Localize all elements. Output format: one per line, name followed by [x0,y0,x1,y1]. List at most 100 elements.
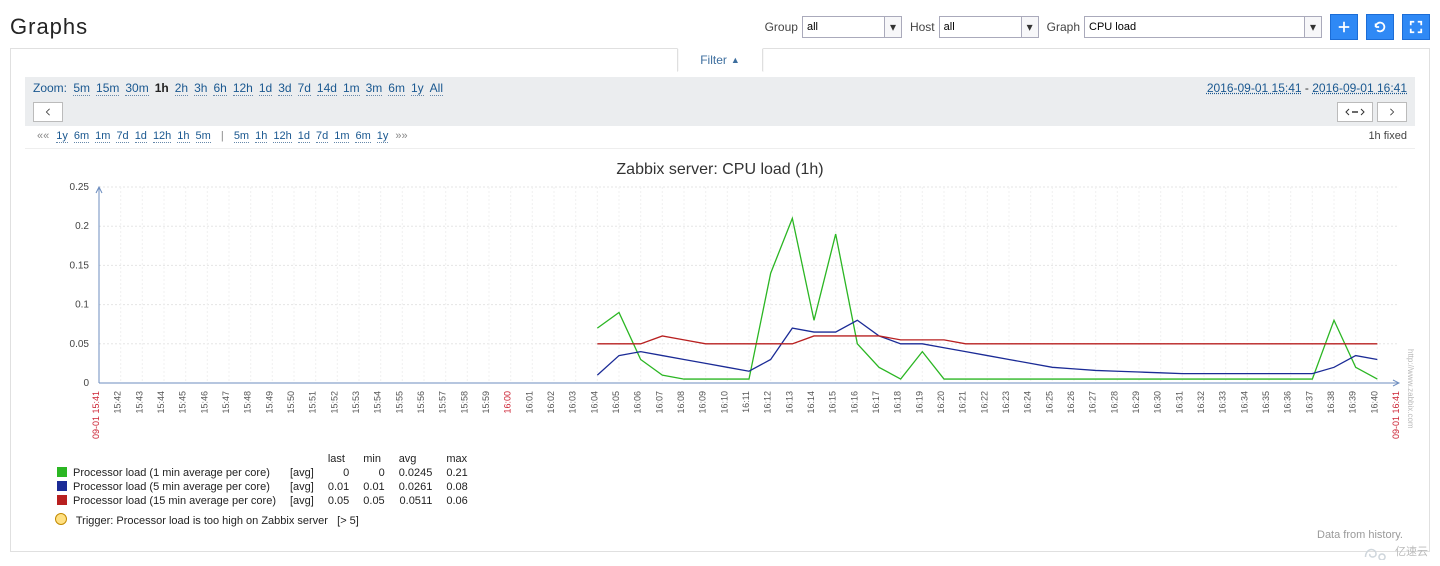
svg-text:16:10: 16:10 [719,391,729,414]
zoom-3m[interactable]: 3m [366,81,383,96]
shift-link-5m[interactable]: 5m [234,130,249,143]
svg-text:16:34: 16:34 [1239,391,1249,414]
refresh-button[interactable] [1366,14,1394,40]
svg-text:16:15: 16:15 [828,391,838,414]
svg-text:15:51: 15:51 [308,391,318,414]
cpu-load-chart: 00.050.10.150.20.2515:4215:4315:4415:451… [29,183,1419,443]
shift-link-1h[interactable]: 1h [255,130,267,143]
shift-link-1y[interactable]: 1y [56,130,68,143]
zoom-3d[interactable]: 3d [278,81,291,96]
shift-mark- |: | [218,130,227,142]
svg-text:16:20: 16:20 [936,391,946,414]
svg-text:16:14: 16:14 [806,391,816,414]
svg-text:0.1: 0.1 [75,300,89,311]
fullscreen-button[interactable] [1402,14,1430,40]
svg-text:16:27: 16:27 [1088,391,1098,414]
group-select[interactable]: all [802,16,902,38]
zoom-All[interactable]: All [430,81,443,96]
svg-text:09-01 16:41: 09-01 16:41 [1391,391,1401,439]
svg-text:16:31: 16:31 [1174,391,1184,414]
svg-text:15:57: 15:57 [438,391,448,414]
zoom-6h[interactable]: 6h [213,81,226,96]
shift-link-6m[interactable]: 6m [74,130,89,143]
svg-text:16:13: 16:13 [784,391,794,414]
zoom-1m[interactable]: 1m [343,81,360,96]
shift-link-1d[interactable]: 1d [298,130,310,143]
chart-watermark: http://www.zabbix.com [1406,349,1415,429]
shift-link-5m[interactable]: 5m [196,130,211,143]
svg-text:16:11: 16:11 [741,391,751,413]
shift-link-6m[interactable]: 6m [355,130,370,143]
zoom-label: Zoom: [33,81,67,95]
duration-text: 1h [1368,130,1380,142]
zoom-1d[interactable]: 1d [259,81,272,96]
svg-text:16:18: 16:18 [893,391,903,414]
svg-text:0.15: 0.15 [70,260,90,271]
shift-link-1h[interactable]: 1h [177,130,189,143]
shift-link-1m[interactable]: 1m [334,130,349,143]
graph-select[interactable]: CPU load [1084,16,1322,38]
svg-text:16:19: 16:19 [914,391,924,414]
svg-text:16:05: 16:05 [611,391,621,414]
svg-text:16:21: 16:21 [958,391,968,414]
zoom-1h[interactable]: 1h [155,81,169,95]
svg-text:16:37: 16:37 [1304,391,1314,414]
zoom-2h[interactable]: 2h [175,81,188,96]
svg-text:15:49: 15:49 [264,391,274,414]
svg-text:16:39: 16:39 [1348,391,1358,414]
scroll-window-button[interactable] [1337,102,1373,122]
svg-text:16:38: 16:38 [1326,391,1336,414]
svg-text:16:36: 16:36 [1283,391,1293,414]
svg-text:15:59: 15:59 [481,391,491,414]
svg-text:16:04: 16:04 [589,391,599,414]
zoom-15m[interactable]: 15m [96,81,119,96]
svg-text:15:52: 15:52 [329,391,339,414]
range-from[interactable]: 2016-09-01 15:41 [1207,81,1302,95]
add-button[interactable] [1330,14,1358,40]
chart-title: Zabbix server: CPU load (1h) [29,161,1411,179]
svg-text:16:12: 16:12 [763,391,773,414]
svg-text:15:55: 15:55 [394,391,404,414]
shift-link-1d[interactable]: 1d [135,130,147,143]
svg-text:16:23: 16:23 [1001,391,1011,414]
trigger-row: Trigger: Processor load is too high on Z… [55,513,1411,527]
svg-text:15:48: 15:48 [243,391,253,414]
zoom-12h[interactable]: 12h [233,81,253,96]
scroll-left[interactable] [33,102,63,122]
scroll-right[interactable] [1377,102,1407,122]
svg-text:0.2: 0.2 [75,221,89,232]
svg-text:16:28: 16:28 [1109,391,1119,414]
zoom-3h[interactable]: 3h [194,81,207,96]
svg-text:16:07: 16:07 [654,391,664,414]
svg-text:15:43: 15:43 [134,391,144,414]
host-select[interactable]: all [939,16,1039,38]
graph-label: Graph [1047,20,1080,34]
svg-text:15:50: 15:50 [286,391,296,414]
shift-link-7d[interactable]: 7d [116,130,128,143]
shift-link-12h[interactable]: 12h [153,130,171,143]
zoom-1y[interactable]: 1y [411,81,424,96]
range-to[interactable]: 2016-09-01 16:41 [1312,81,1407,95]
group-label: Group [765,20,798,34]
legend-table: last min avg max Processor load (1 min a… [55,451,482,509]
svg-text:16:29: 16:29 [1131,391,1141,414]
svg-text:0.05: 0.05 [70,339,90,350]
zoom-30m[interactable]: 30m [125,81,148,96]
svg-text:16:16: 16:16 [849,391,859,414]
zoom-14d[interactable]: 14d [317,81,337,96]
page-title: Graphs [10,14,88,40]
svg-text:16:00: 16:00 [503,391,513,414]
shift-link-12h[interactable]: 12h [273,130,291,143]
shift-link-1y[interactable]: 1y [377,130,389,143]
time-range: 2016-09-01 15:41 - 2016-09-01 16:41 [1207,81,1407,95]
svg-text:16:35: 16:35 [1261,391,1271,414]
zoom-5m[interactable]: 5m [73,81,90,96]
svg-text:15:46: 15:46 [199,391,209,414]
shift-link-7d[interactable]: 7d [316,130,328,143]
zoom-6m[interactable]: 6m [388,81,405,96]
shift-link-1m[interactable]: 1m [95,130,110,143]
zoom-7d[interactable]: 7d [298,81,311,96]
svg-text:09-01 15:41: 09-01 15:41 [91,391,101,439]
host-label: Host [910,20,935,34]
legend-row: Processor load (1 min average per core)[… [57,467,480,479]
